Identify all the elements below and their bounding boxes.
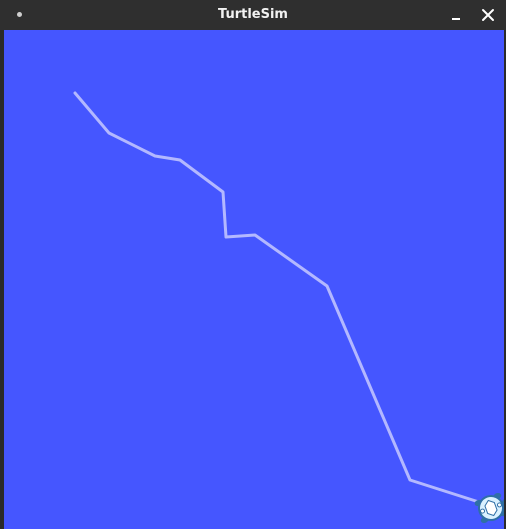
- turtle-path-line: [73, 91, 484, 505]
- window-title: TurtleSim: [218, 7, 288, 22]
- close-button[interactable]: [477, 4, 499, 26]
- title-bar[interactable]: TurtleSim: [0, 0, 506, 30]
- canvas-drawing: [73, 91, 504, 524]
- close-icon: [482, 9, 494, 21]
- turtlesim-window: TurtleSim: [0, 0, 506, 529]
- turtle-canvas: [4, 30, 504, 529]
- turtle-icon: [474, 492, 504, 524]
- minimize-button[interactable]: [445, 4, 467, 26]
- minimize-icon: [452, 18, 460, 20]
